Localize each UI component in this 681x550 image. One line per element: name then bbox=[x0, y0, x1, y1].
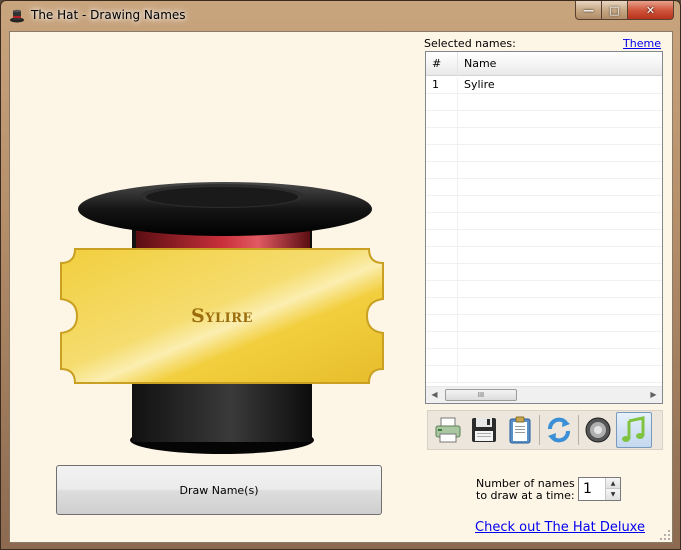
empty-row bbox=[426, 145, 662, 162]
draw-count-label: Number of names to draw at a time: bbox=[476, 478, 575, 502]
close-button[interactable]: ✕ bbox=[628, 1, 674, 20]
toolbar-separator bbox=[539, 415, 540, 445]
draw-count-stepper[interactable]: 1 ▲ ▼ bbox=[578, 477, 621, 501]
stepper-up-icon[interactable]: ▲ bbox=[606, 478, 620, 489]
maximize-button[interactable]: □ bbox=[602, 1, 628, 20]
empty-row bbox=[426, 349, 662, 366]
empty-row bbox=[426, 315, 662, 332]
save-button[interactable] bbox=[466, 412, 502, 448]
title-bar[interactable]: The Hat - Drawing Names — □ ✕ bbox=[1, 1, 680, 31]
speaker-icon bbox=[585, 417, 611, 443]
print-button[interactable] bbox=[430, 412, 466, 448]
window-controls: — □ ✕ bbox=[575, 1, 674, 20]
client-area: Sylire Draw Name(s) Selected names: Them… bbox=[9, 31, 673, 543]
reset-button[interactable] bbox=[541, 412, 577, 448]
the-hat-deluxe-link[interactable]: Check out The Hat Deluxe bbox=[475, 520, 645, 535]
hat-display: Sylire bbox=[60, 172, 390, 472]
column-header-number[interactable]: # bbox=[426, 52, 458, 76]
list-rows: 1 Sylire bbox=[426, 77, 662, 383]
empty-row bbox=[426, 94, 662, 111]
selected-names-label: Selected names: bbox=[424, 37, 516, 50]
empty-row bbox=[426, 332, 662, 349]
sound-toggle-button[interactable] bbox=[580, 412, 616, 448]
refresh-icon bbox=[548, 417, 570, 443]
ticket-drawn-name: Sylire bbox=[191, 305, 253, 327]
theme-link[interactable]: Theme bbox=[623, 37, 661, 50]
scroll-right-icon[interactable]: ▶ bbox=[645, 387, 662, 403]
empty-row bbox=[426, 247, 662, 264]
draw-names-label: Draw Name(s) bbox=[179, 483, 259, 497]
floppy-save-icon bbox=[472, 418, 496, 442]
list-row[interactable]: 1 Sylire bbox=[426, 77, 662, 94]
row-number: 1 bbox=[426, 77, 458, 93]
list-header: # Name bbox=[426, 52, 662, 76]
app-window: The Hat - Drawing Names — □ ✕ Sylire Dra… bbox=[0, 0, 681, 550]
empty-row bbox=[426, 213, 662, 230]
clipboard-icon bbox=[509, 416, 531, 444]
empty-row bbox=[426, 162, 662, 179]
hat-app-icon bbox=[10, 9, 24, 23]
close-icon: ✕ bbox=[645, 3, 656, 17]
horizontal-scrollbar[interactable]: ◀ III ▶ bbox=[426, 386, 662, 403]
empty-row bbox=[426, 264, 662, 281]
empty-row bbox=[426, 128, 662, 145]
stepper-buttons: ▲ ▼ bbox=[605, 478, 620, 500]
empty-row bbox=[426, 179, 662, 196]
minimize-icon: — bbox=[583, 3, 594, 17]
stepper-down-icon[interactable]: ▼ bbox=[606, 489, 620, 500]
selected-names-list[interactable]: # Name 1 Sylire ◀ III ▶ bbox=[425, 51, 663, 404]
empty-row bbox=[426, 281, 662, 298]
maximize-icon: □ bbox=[609, 3, 620, 17]
draw-count-value[interactable]: 1 bbox=[583, 481, 592, 497]
action-toolbar bbox=[427, 410, 663, 450]
row-name: Sylire bbox=[464, 78, 495, 91]
printer-icon bbox=[435, 417, 461, 443]
empty-row bbox=[426, 366, 662, 383]
scroll-left-icon[interactable]: ◀ bbox=[426, 387, 443, 403]
resize-grip-icon[interactable] bbox=[659, 529, 671, 541]
draw-names-button[interactable]: Draw Name(s) bbox=[56, 465, 382, 515]
toolbar-separator bbox=[578, 415, 579, 445]
draw-count-label-line2: to draw at a time: bbox=[476, 489, 575, 502]
music-toggle-button[interactable] bbox=[616, 412, 652, 448]
scroll-thumb[interactable]: III bbox=[445, 389, 517, 401]
minimize-button[interactable]: — bbox=[575, 1, 602, 20]
empty-row bbox=[426, 230, 662, 247]
empty-row bbox=[426, 298, 662, 315]
music-note-icon bbox=[622, 416, 645, 442]
empty-row bbox=[426, 196, 662, 213]
window-title: The Hat - Drawing Names bbox=[31, 8, 186, 22]
copy-clipboard-button[interactable] bbox=[502, 412, 538, 448]
empty-row bbox=[426, 111, 662, 128]
column-header-name[interactable]: Name bbox=[458, 52, 662, 76]
